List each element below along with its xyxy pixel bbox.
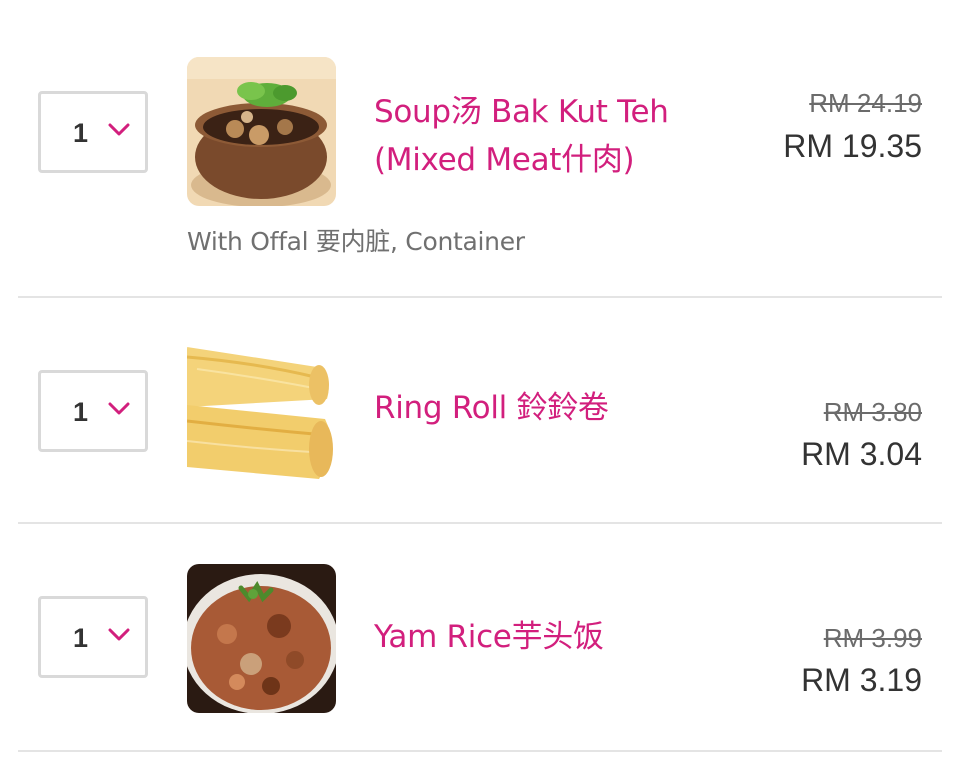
original-price: RM 24.19 [809,88,922,118]
discounted-price: RM 3.04 [801,436,922,472]
cart-item: 1 Soup汤 Bak Kut Teh (Mixed Meat什肉) RM 24… [0,0,960,298]
divider [18,750,942,752]
item-name-line-2: (Mixed Meat什肉) [374,142,635,178]
item-name-line-1: Soup汤 Bak Kut Teh [374,94,669,130]
chevron-down-icon [108,123,130,136]
quantity-select[interactable]: 1 [38,91,148,173]
item-options: With Offal 要内脏, Container [187,227,525,256]
cart-item: 1 Ring Roll 鈴鈴卷 RM 3.80 RM 3.04 [0,298,960,524]
item-name[interactable]: Yam Rice芋头饭 [374,613,754,661]
bak-kut-teh-photo[interactable] [187,57,336,206]
original-price: RM 3.99 [823,623,922,653]
ring-roll-photo[interactable] [187,337,336,486]
item-name[interactable]: Soup汤 Bak Kut Teh (Mixed Meat什肉) [374,88,754,184]
quantity-select[interactable]: 1 [38,596,148,678]
chevron-down-icon [108,628,130,641]
chevron-down-icon [108,402,130,415]
quantity-value: 1 [73,397,89,427]
item-name[interactable]: Ring Roll 鈴鈴卷 [374,384,754,432]
discounted-price: RM 3.19 [801,662,922,698]
quantity-value: 1 [73,623,89,653]
yam-rice-photo[interactable] [187,564,336,713]
quantity-select[interactable]: 1 [38,370,148,452]
cart-item: 1 Yam Rice芋头饭 RM 3.99 RM 3.19 [0,524,960,752]
quantity-value: 1 [73,118,89,148]
original-price: RM 3.80 [823,397,922,427]
discounted-price: RM 19.35 [783,128,922,164]
